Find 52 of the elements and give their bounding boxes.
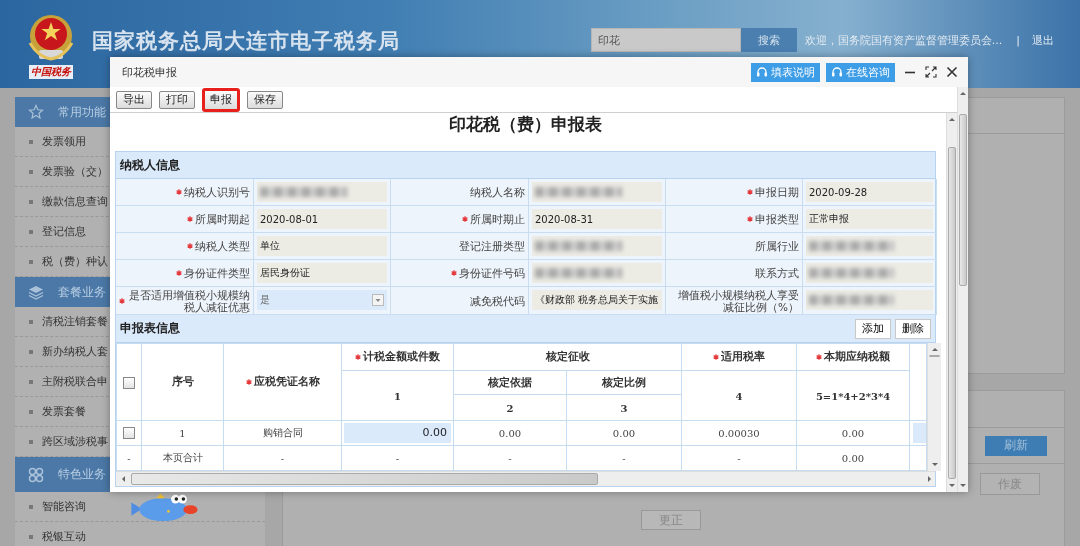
table-cell: 0.00 bbox=[841, 452, 865, 464]
field-label: 身份证件类型 bbox=[184, 267, 250, 279]
table-cell: - bbox=[737, 452, 741, 464]
column-header: 应税凭证名称 bbox=[253, 375, 320, 389]
field-label: 所属行业 bbox=[755, 240, 799, 252]
table-cell: 0.00 bbox=[498, 427, 522, 439]
table-cell: 1 bbox=[179, 427, 186, 439]
table-cell: 购销合同 bbox=[262, 427, 303, 438]
table-cell: - bbox=[280, 452, 285, 464]
dialog-title: 印花税申报 bbox=[122, 64, 177, 80]
column-number: 5=1*4+2*3*4 bbox=[815, 390, 891, 402]
column-number: 4 bbox=[735, 390, 743, 402]
field-label: 纳税人识别号 bbox=[184, 186, 250, 198]
section-title: 特色业务 bbox=[58, 466, 106, 483]
column-number: 1 bbox=[394, 390, 401, 402]
table-cell: 本页合计 bbox=[162, 452, 203, 463]
field-label: 联系方式 bbox=[755, 267, 799, 279]
column-header: 核定比例 bbox=[602, 375, 646, 390]
field-label: 所属时期起 bbox=[195, 213, 250, 225]
form-title: 印花税（费）申报表 bbox=[448, 113, 603, 136]
field-label: 所属时期止 bbox=[470, 213, 525, 225]
field-label: 增值税小规模纳税人享受减征比例（%） bbox=[677, 288, 799, 313]
column-header: 序号 bbox=[171, 375, 194, 389]
section-title: 申报表信息 bbox=[120, 320, 180, 337]
field-label: 申报日期 bbox=[755, 186, 799, 198]
field-label: 申报类型 bbox=[755, 213, 799, 225]
column-group-header: 核定征收 bbox=[545, 350, 590, 362]
table-cell: - bbox=[508, 452, 512, 464]
section-title: 纳税人信息 bbox=[120, 156, 180, 174]
column-number: 2 bbox=[506, 402, 514, 414]
site-title: 国家税务总局大连市电子税务局 bbox=[92, 28, 400, 55]
section-title: 套餐业务 bbox=[58, 283, 106, 301]
field-label: 减免税代码 bbox=[470, 294, 525, 307]
field-label: 纳税人名称 bbox=[470, 186, 525, 198]
table-cell: - bbox=[395, 452, 400, 464]
logo-text: 中国税务 bbox=[29, 65, 73, 79]
column-header: 本期应纳税额 bbox=[824, 350, 890, 364]
section-title: 常用功能 bbox=[58, 103, 106, 121]
table-cell: 0.00 bbox=[841, 427, 865, 439]
field-label: 登记注册类型 bbox=[459, 240, 525, 252]
column-header: 核定依据 bbox=[488, 375, 532, 390]
table-cell: 0.00030 bbox=[718, 427, 760, 439]
column-number: 3 bbox=[620, 402, 628, 414]
field-label: 身份证件号码 bbox=[459, 267, 525, 279]
column-header: 计税金额或件数 bbox=[363, 350, 440, 364]
separator: | bbox=[1016, 33, 1020, 47]
table-cell: 0.00 bbox=[612, 427, 636, 439]
table-cell: - bbox=[127, 452, 131, 464]
field-label: 纳税人类型 bbox=[195, 240, 250, 252]
column-header: 适用税率 bbox=[721, 350, 765, 364]
welcome-text: 欢迎，国务院国有资产监督管理委员会... bbox=[804, 32, 1003, 48]
table-cell: - bbox=[622, 452, 626, 464]
